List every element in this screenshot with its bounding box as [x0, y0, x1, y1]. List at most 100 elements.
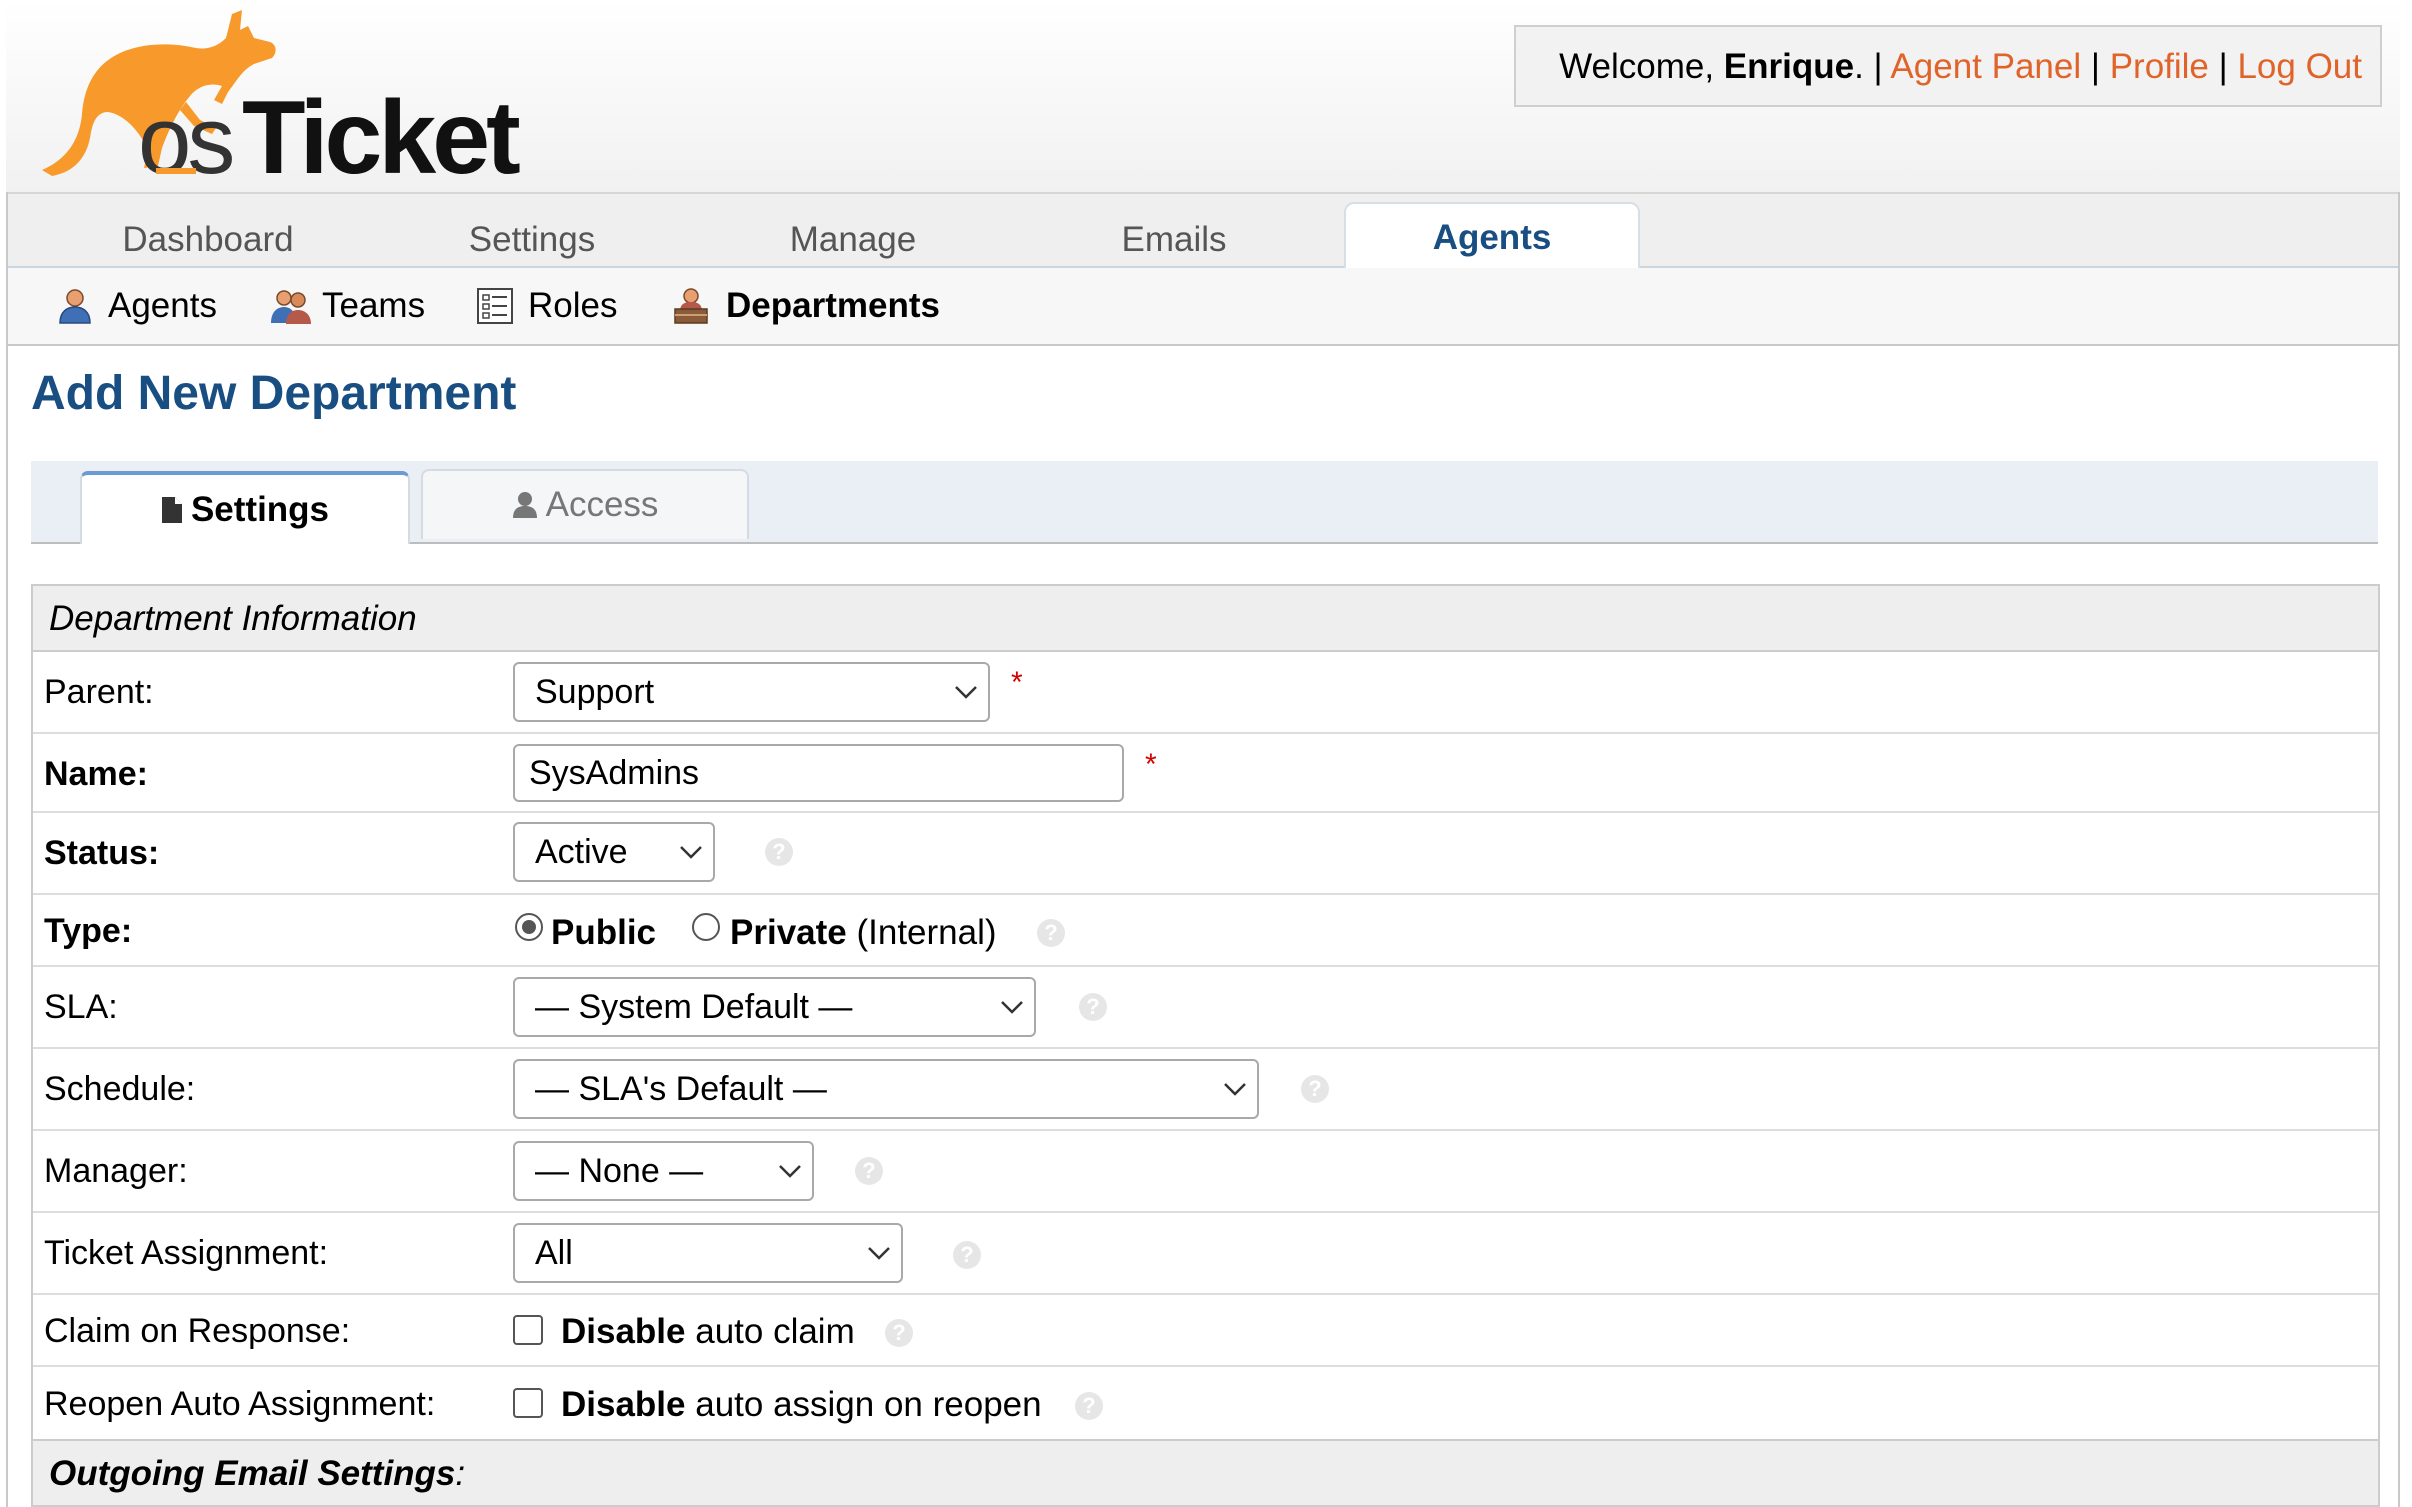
row-sla: SLA: — System Default — ?	[33, 967, 2378, 1049]
parent-select[interactable]: Support	[513, 662, 990, 722]
subnav-agents[interactable]: Agents	[56, 268, 236, 344]
claim-on-response-checkbox[interactable]	[513, 1315, 543, 1345]
required-marker: *	[1011, 666, 1023, 699]
tab-settings-label: Settings	[190, 489, 330, 529]
parent-label: Parent:	[44, 673, 154, 711]
reopen-auto-assignment-checkbox[interactable]	[513, 1388, 543, 1418]
welcome-suffix: . |	[1854, 47, 1891, 86]
type-private-label[interactable]: Private (Internal)	[730, 913, 997, 953]
row-reopen-auto-assignment: Reopen Auto Assignment: Disable auto ass…	[33, 1367, 2378, 1439]
name-value: SysAdmins	[529, 754, 700, 792]
sla-value: — System Default —	[535, 988, 853, 1026]
tab-access[interactable]: Access	[421, 469, 749, 539]
row-name: Name: SysAdmins *	[33, 734, 2378, 813]
type-private-radio[interactable]	[692, 913, 720, 941]
help-icon[interactable]: ?	[765, 838, 793, 866]
tab-emails[interactable]: Emails	[1024, 212, 1324, 270]
osticket-logo[interactable]: os Ticket	[30, 8, 550, 183]
tab-access-label: Access	[545, 485, 659, 524]
claim-disable-text: Disable	[561, 1312, 686, 1351]
row-claim-on-response: Claim on Response: Disable auto claim ?	[33, 1295, 2378, 1367]
help-icon[interactable]: ?	[855, 1157, 883, 1185]
subnav-teams-label: Teams	[322, 286, 426, 325]
top-nav: Dashboard Settings Manage Emails Agents	[8, 192, 2398, 268]
subnav-roles-label: Roles	[528, 286, 618, 325]
type-public-radio[interactable]	[515, 913, 543, 941]
agent-panel-link[interactable]: Agent Panel	[1890, 47, 2081, 86]
row-type: Type: Public Private (Internal) ?	[33, 895, 2378, 967]
help-icon[interactable]: ?	[1037, 919, 1065, 947]
tab-dashboard[interactable]: Dashboard	[58, 212, 358, 270]
chevron-down-icon	[1001, 1001, 1023, 1014]
sub-nav: Agents Teams Roles Departments	[8, 268, 2398, 346]
help-icon[interactable]: ?	[1075, 1392, 1103, 1420]
user-name: Enrique	[1723, 47, 1855, 86]
help-icon[interactable]: ?	[1079, 993, 1107, 1021]
chevron-down-icon	[779, 1165, 801, 1178]
tab-settings-form[interactable]: Settings	[80, 471, 410, 544]
manager-label: Manager:	[44, 1152, 188, 1190]
ticket-assignment-label: Ticket Assignment:	[44, 1234, 329, 1272]
name-input[interactable]: SysAdmins	[513, 744, 1124, 802]
help-icon[interactable]: ?	[953, 1241, 981, 1269]
ticket-assignment-value: All	[535, 1234, 573, 1272]
manager-select[interactable]: — None —	[513, 1141, 814, 1201]
subnav-departments[interactable]: Departments	[672, 268, 972, 344]
row-parent: Parent: Support *	[33, 652, 2378, 734]
departments-icon	[674, 288, 708, 324]
reopen-disable-text: Disable	[561, 1385, 686, 1424]
claim-on-response-option[interactable]: Disable auto claim	[561, 1312, 855, 1352]
schedule-label: Schedule:	[44, 1070, 196, 1108]
subnav-teams[interactable]: Teams	[270, 268, 440, 344]
separator: |	[2081, 47, 2110, 86]
help-icon[interactable]: ?	[1301, 1075, 1329, 1103]
roles-icon	[477, 288, 513, 324]
page-title: Add New Department	[31, 367, 517, 420]
tab-agents[interactable]: Agents	[1344, 202, 1640, 268]
welcome-bar: Welcome, Enrique. | Agent Panel | Profil…	[1514, 25, 2382, 107]
status-label: Status:	[44, 834, 160, 872]
chevron-down-icon	[1224, 1083, 1246, 1096]
help-icon[interactable]: ?	[885, 1319, 913, 1347]
user-icon	[512, 492, 537, 518]
required-marker: *	[1145, 748, 1157, 781]
profile-link[interactable]: Profile	[2110, 47, 2209, 86]
type-public-label[interactable]: Public	[551, 913, 656, 953]
type-private-text: Private	[730, 913, 847, 952]
sla-select[interactable]: — System Default —	[513, 977, 1036, 1037]
header: os Ticket Welcome, Enrique. | Agent Pane…	[6, 0, 2400, 192]
chevron-down-icon	[868, 1247, 890, 1260]
reopen-option-text: auto assign on reopen	[685, 1385, 1042, 1424]
tab-manage[interactable]: Manage	[703, 212, 1003, 270]
agent-icon	[59, 289, 91, 324]
schedule-value: — SLA's Default —	[535, 1070, 827, 1108]
svg-text:Ticket: Ticket	[242, 80, 520, 183]
separator: |	[2208, 47, 2238, 86]
parent-value: Support	[535, 673, 655, 711]
schedule-select[interactable]: — SLA's Default —	[513, 1059, 1259, 1119]
welcome-prefix: Welcome,	[1559, 47, 1724, 86]
manager-value: — None —	[535, 1152, 704, 1190]
status-select[interactable]: Active	[513, 822, 715, 882]
section-outgoing-email-title: Outgoing Email Settings	[49, 1454, 456, 1493]
subnav-departments-label: Departments	[726, 286, 940, 325]
claim-option-text: auto claim	[685, 1312, 855, 1351]
section-outgoing-email-suffix: :	[455, 1454, 466, 1493]
department-form: Department Information Parent: Support *…	[31, 584, 2380, 1507]
type-private-note: (Internal)	[846, 913, 997, 952]
status-value: Active	[535, 833, 628, 871]
form-tab-strip: Settings Access	[31, 461, 2378, 544]
sla-label: SLA:	[44, 988, 118, 1026]
row-status: Status: Active ?	[33, 813, 2378, 895]
row-ticket-assignment: Ticket Assignment: All ?	[33, 1213, 2378, 1295]
file-icon	[161, 496, 182, 523]
claim-on-response-label: Claim on Response:	[44, 1312, 351, 1350]
log-out-link[interactable]: Log Out	[2237, 47, 2362, 86]
row-schedule: Schedule: — SLA's Default — ?	[33, 1049, 2378, 1131]
reopen-auto-assignment-option[interactable]: Disable auto assign on reopen	[561, 1385, 1042, 1425]
tab-settings[interactable]: Settings	[382, 212, 682, 270]
ticket-assignment-select[interactable]: All	[513, 1223, 903, 1283]
subnav-agents-label: Agents	[108, 286, 217, 325]
subnav-roles[interactable]: Roles	[476, 268, 626, 344]
reopen-auto-assignment-label: Reopen Auto Assignment:	[44, 1385, 436, 1423]
